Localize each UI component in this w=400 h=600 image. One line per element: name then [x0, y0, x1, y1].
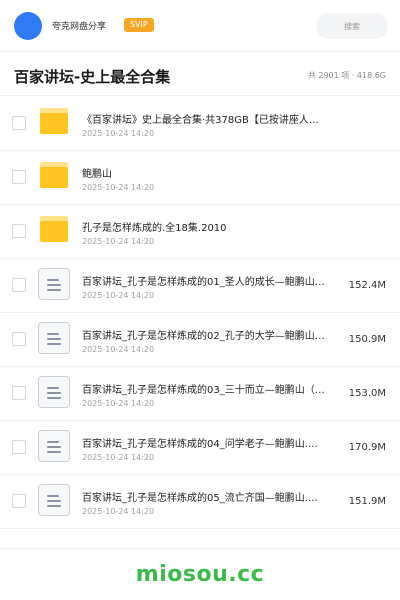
list-item[interactable]: 《百家讲坛》史上最全合集·共378GB【已按讲座人… 2025-10-24 14:… [0, 97, 400, 151]
item-date: 2025-10-24 14:20 [82, 399, 155, 408]
list-item[interactable]: 鲍鹏山 2025-10-24 14:20 [0, 151, 400, 205]
select-checkbox[interactable] [12, 440, 26, 454]
folder-icon [40, 216, 68, 242]
select-checkbox[interactable] [12, 332, 26, 346]
item-name[interactable]: 鲍鹏山 [82, 165, 344, 180]
search-input[interactable] [316, 13, 388, 39]
top-bar: 夸克网盘分享 SVIP [0, 0, 400, 52]
folder-icon [40, 162, 68, 188]
item-name[interactable]: 百家讲坛_孔子是怎样炼成的04_问学老子—鲍鹏山.… [82, 435, 344, 450]
select-checkbox[interactable] [12, 278, 26, 292]
file-list: 《百家讲坛》史上最全合集·共378GB【已按讲座人… 2025-10-24 14:… [0, 97, 400, 529]
document-icon [38, 430, 70, 462]
item-name[interactable]: 百家讲坛_孔子是怎样炼成的01_圣人的成长—鲍鹏山… [82, 273, 344, 288]
item-name[interactable]: 百家讲坛_孔子是怎样炼成的05_流亡齐国—鲍鹏山.… [82, 489, 344, 504]
item-name[interactable]: 百家讲坛_孔子是怎样炼成的03_三十而立—鲍鹏山（… [82, 381, 344, 396]
document-icon [38, 322, 70, 354]
select-checkbox[interactable] [12, 386, 26, 400]
list-item[interactable]: 百家讲坛_孔子是怎样炼成的02_孔子的大学—鲍鹏山… 2025-10-24 14:… [0, 313, 400, 367]
item-name[interactable]: 孔子是怎样炼成的.全18集.2010 [82, 219, 344, 234]
select-checkbox[interactable] [12, 170, 26, 184]
avatar[interactable] [14, 12, 42, 40]
item-date: 2025-10-24 14:20 [82, 345, 155, 354]
page-title: 百家讲坛-史上最全合集 [14, 68, 171, 86]
list-item[interactable]: 百家讲坛_孔子是怎样炼成的01_圣人的成长—鲍鹏山… 2025-10-24 14:… [0, 259, 400, 313]
item-date: 2025-10-24 14:20 [82, 453, 155, 462]
item-name[interactable]: 《百家讲坛》史上最全合集·共378GB【已按讲座人… [82, 111, 344, 126]
item-name[interactable]: 百家讲坛_孔子是怎样炼成的02_孔子的大学—鲍鹏山… [82, 327, 344, 342]
item-count-summary: 共 2901 项 · 418.6G [307, 71, 386, 80]
item-size: 150.9M [348, 334, 386, 345]
item-date: 2025-10-24 14:20 [82, 129, 155, 138]
item-size: 152.4M [348, 280, 386, 291]
select-checkbox[interactable] [12, 224, 26, 238]
list-item[interactable]: 百家讲坛_孔子是怎样炼成的04_问学老子—鲍鹏山.… 2025-10-24 14:… [0, 421, 400, 475]
title-row: 百家讲坛-史上最全合集 共 2901 项 · 418.6G [0, 52, 400, 96]
select-checkbox[interactable] [12, 116, 26, 130]
item-size: 153.0M [348, 388, 386, 399]
list-item[interactable]: 百家讲坛_孔子是怎样炼成的05_流亡齐国—鲍鹏山.… 2025-10-24 14:… [0, 475, 400, 529]
folder-icon [40, 108, 68, 134]
document-icon [38, 268, 70, 300]
list-item[interactable]: 百家讲坛_孔子是怎样炼成的03_三十而立—鲍鹏山（… 2025-10-24 14:… [0, 367, 400, 421]
item-size: 151.9M [348, 496, 386, 507]
user-name: 夸克网盘分享 [52, 22, 107, 32]
item-date: 2025-10-24 14:20 [82, 507, 155, 516]
document-icon [38, 376, 70, 408]
item-date: 2025-10-24 14:20 [82, 237, 155, 246]
item-date: 2025-10-24 14:20 [82, 183, 155, 192]
document-icon [38, 484, 70, 516]
item-size: 170.9M [348, 442, 386, 453]
list-item[interactable]: 孔子是怎样炼成的.全18集.2010 2025-10-24 14:20 [0, 205, 400, 259]
svip-badge: SVIP [124, 18, 154, 32]
footer-divider [0, 548, 400, 549]
item-date: 2025-10-24 14:20 [82, 291, 155, 300]
brand-watermark: miosou.cc [135, 562, 265, 587]
select-checkbox[interactable] [12, 494, 26, 508]
